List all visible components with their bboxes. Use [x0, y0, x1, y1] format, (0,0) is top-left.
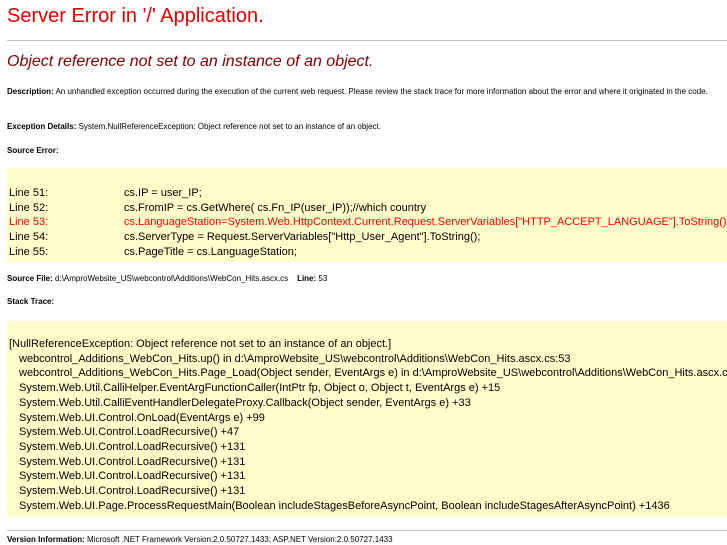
source-line: Line 55: cs.PageTitle = cs.LanguageStatio…: [9, 246, 297, 258]
stack-frame: System.Web.Util.CalliHelper.EventArgFunc…: [19, 382, 501, 395]
line-code: cs.PageTitle = cs.LanguageStation;: [124, 245, 297, 258]
description-text: An unhandled exception occurred during t…: [55, 87, 708, 96]
stack-frame: System.Web.UI.Page.ProcessRequestMain(Bo…: [19, 499, 670, 512]
line-number: Line 52:: [9, 201, 49, 214]
stack-frame: System.Web.UI.Control.LoadRecursive() +1…: [19, 440, 246, 453]
source-line-error: Line 53: cs.LanguageStation=System.Web.Ht…: [9, 216, 727, 228]
stack-frame: System.Web.UI.Control.LoadRecursive() +4…: [19, 426, 240, 439]
stack-frame: System.Web.Util.CalliEventHandlerDelegat…: [19, 396, 471, 409]
line-number: Line 53:: [9, 216, 49, 229]
stack-frame: webcontrol_Additions_WebCon_Hits.Page_Lo…: [19, 367, 727, 380]
page-title: Server Error in '/' Application.: [7, 5, 264, 27]
exception-details: Exception Details: System.NullReferenceE…: [7, 121, 381, 133]
line-label: Line:: [297, 274, 317, 283]
divider: [7, 40, 727, 41]
source-line: Line 52: cs.FromIP = cs.GetWhere( cs.Fn_I…: [9, 202, 426, 214]
source-file: Source File: d:\AmproWebsite_US\webcontr…: [7, 273, 327, 285]
version-text: Microsoft .NET Framework Version:2.0.507…: [87, 535, 393, 544]
exception-details-label: Exception Details:: [7, 122, 77, 131]
source-code-block: Line 51: cs.IP = user_IP; Line 52: cs.FromI…: [7, 168, 727, 262]
stack-frame: System.Web.UI.Control.LoadRecursive() +1…: [19, 470, 246, 483]
version-label: Version Information:: [7, 535, 85, 544]
source-file-label: Source File:: [7, 274, 53, 283]
line-number: Line 55:: [9, 245, 49, 258]
line-code: cs.FromIP = cs.GetWhere( cs.Fn_IP(user_I…: [124, 201, 427, 214]
source-line: Line 51: cs.IP = user_IP;: [9, 187, 202, 199]
line-code: cs.IP = user_IP;: [124, 187, 202, 199]
source-error-label-text: Source Error:: [7, 146, 59, 155]
stack-frame: webcontrol_Additions_WebCon_Hits.up() in…: [19, 352, 571, 365]
stack-trace-label-text: Stack Trace:: [7, 297, 55, 306]
line-number: Line 54:: [9, 231, 49, 244]
stack-frame: System.Web.UI.Control.OnLoad(EventArgs e…: [19, 411, 265, 424]
source-file-path: d:\AmproWebsite_US\webcontrol\Additions\…: [55, 274, 289, 283]
stack-frame: System.Web.UI.Control.LoadRecursive() +1…: [19, 455, 246, 468]
source-line: Line 54: cs.ServerType = Request.ServerVa…: [9, 231, 480, 243]
line-number: 53: [318, 274, 328, 283]
line-number: Line 51:: [9, 187, 49, 199]
line-code: cs.ServerType = Request.ServerVariables[…: [124, 231, 481, 244]
stack-trace-label: Stack Trace:: [7, 296, 54, 308]
exception-header: [NullReferenceException: Object referenc…: [9, 338, 392, 350]
stack-frame: System.Web.UI.Control.LoadRecursive() +1…: [19, 485, 246, 497]
divider: [7, 530, 727, 531]
error-message: Object reference not set to an instance …: [7, 53, 374, 70]
description: Description: An unhandled exception occu…: [7, 86, 719, 98]
description-label: Description:: [7, 87, 54, 96]
line-code: cs.LanguageStation=System.Web.HttpContex…: [124, 216, 727, 229]
source-error-label: Source Error:: [7, 145, 59, 157]
stack-trace-block: [NullReferenceException: Object referenc…: [7, 321, 727, 517]
exception-details-text: System.NullReferenceException: Object re…: [78, 122, 381, 131]
version-information: Version Information: Microsoft .NET Fram…: [7, 534, 393, 545]
